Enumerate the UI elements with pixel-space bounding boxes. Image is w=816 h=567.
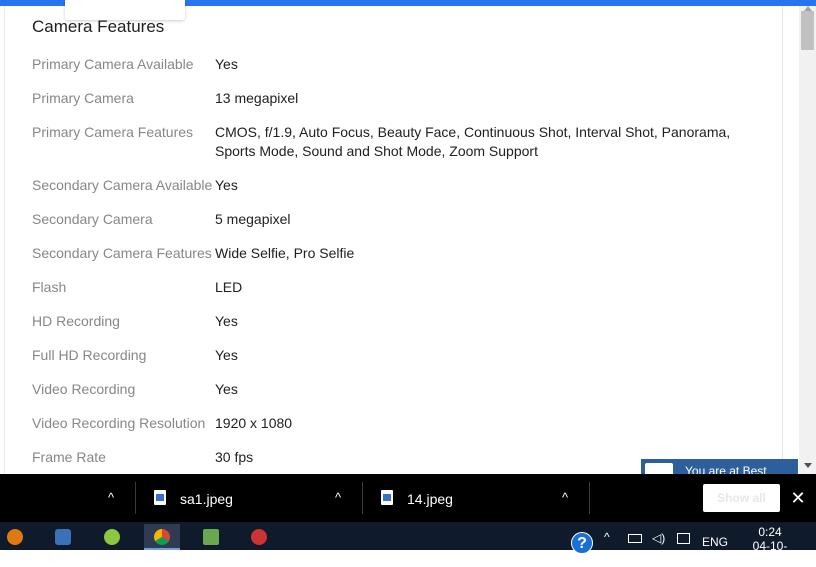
taskbar-app[interactable] bbox=[244, 524, 274, 550]
spec-row: Primary Camera Available Yes bbox=[32, 55, 762, 74]
battery-icon[interactable] bbox=[628, 534, 642, 543]
taskbar-app[interactable] bbox=[48, 524, 78, 550]
python-icon bbox=[55, 529, 71, 545]
divider bbox=[135, 482, 136, 514]
divider bbox=[589, 482, 590, 514]
app-icon bbox=[7, 529, 23, 545]
image-file-icon bbox=[381, 490, 393, 505]
spec-value: 1920 x 1080 bbox=[215, 415, 293, 431]
divider bbox=[362, 482, 363, 514]
spec-value: Yes bbox=[215, 56, 238, 72]
download-file-name: sa1.jpeg bbox=[180, 491, 233, 507]
chevron-up-icon[interactable]: ^ bbox=[558, 491, 572, 505]
spec-row: Secondary Camera 5 megapixel bbox=[32, 210, 762, 229]
spec-row: Full HD Recording Yes bbox=[32, 346, 762, 365]
speaker-icon[interactable]: ◁) bbox=[652, 531, 665, 545]
spec-value: Yes bbox=[215, 313, 238, 329]
spec-row: Secondary Camera Features Wide Selfie, Pr… bbox=[32, 244, 762, 263]
specifications-card: Camera Features Primary Camera Available… bbox=[4, 6, 783, 476]
editor-icon bbox=[203, 529, 219, 545]
windows-taskbar: ? ^ ◁) ENG 0:24 04-10-2016 bbox=[0, 522, 816, 567]
show-all-button[interactable]: Show all bbox=[703, 484, 780, 512]
download-file-name: 14.jpeg bbox=[407, 491, 453, 507]
clock-date: 04-10-2016 bbox=[752, 539, 788, 567]
spec-label: Primary Camera Features bbox=[32, 124, 194, 140]
spec-row: HD Recording Yes bbox=[32, 312, 762, 331]
taskbar-app-active[interactable] bbox=[144, 524, 180, 550]
spec-row: Video Recording Resolution 1920 x 1080 bbox=[32, 414, 762, 433]
spec-row: Video Recording Yes bbox=[32, 380, 762, 399]
spec-row: Secondary Camera Available Yes bbox=[32, 176, 762, 195]
spec-value: Yes bbox=[215, 177, 238, 193]
chrome-icon bbox=[154, 529, 170, 545]
spec-row: Primary Camera 13 megapixel bbox=[32, 89, 762, 108]
spec-value: Yes bbox=[215, 347, 238, 363]
spec-label: Secondary Camera Features bbox=[32, 245, 212, 261]
spec-label: Primary Camera bbox=[32, 90, 134, 106]
scroll-down-arrow-icon[interactable] bbox=[804, 463, 812, 468]
floating-tab[interactable] bbox=[65, 0, 185, 20]
scrollbar-thumb[interactable] bbox=[801, 11, 814, 50]
spec-value: Yes bbox=[215, 381, 238, 397]
spec-list: Primary Camera Available Yes Primary Came… bbox=[32, 55, 762, 482]
chevron-up-icon[interactable]: ^ bbox=[604, 530, 610, 544]
spec-label: Flash bbox=[32, 279, 67, 295]
taskbar-app[interactable] bbox=[196, 524, 226, 550]
chevron-up-icon[interactable]: ^ bbox=[104, 491, 118, 505]
download-item[interactable]: 14.jpeg bbox=[381, 474, 581, 522]
download-shelf: ^ sa1.jpeg ^ 14.jpeg ^ Show all ✕ bbox=[0, 474, 816, 522]
spec-value: 5 megapixel bbox=[215, 211, 291, 227]
spec-value: Wide Selfie, Pro Selfie bbox=[215, 245, 355, 261]
language-indicator[interactable]: ENG bbox=[702, 535, 728, 549]
spec-row: Flash LED bbox=[32, 278, 762, 297]
android-icon bbox=[104, 529, 120, 545]
spec-value: CMOS, f/1.9, Auto Focus, Beauty Face, Co… bbox=[215, 124, 731, 159]
spec-label: Video Recording Resolution bbox=[32, 415, 206, 431]
taskbar-app[interactable] bbox=[0, 524, 30, 550]
spec-label: Video Recording bbox=[32, 381, 136, 397]
notification-icon[interactable] bbox=[677, 533, 690, 544]
download-item[interactable]: sa1.jpeg bbox=[154, 474, 354, 522]
help-icon[interactable]: ? bbox=[571, 532, 593, 554]
spec-value: 13 megapixel bbox=[215, 90, 299, 106]
close-icon[interactable]: ✕ bbox=[790, 488, 806, 508]
snipping-tool-icon bbox=[251, 529, 267, 545]
taskbar-app[interactable] bbox=[97, 524, 127, 550]
system-clock[interactable]: 0:24 04-10-2016 bbox=[740, 525, 800, 567]
spec-label: Primary Camera Available bbox=[32, 56, 194, 72]
spec-label: Secondary Camera Available bbox=[32, 177, 213, 193]
spec-value: LED bbox=[215, 279, 243, 295]
page-scrollbar[interactable] bbox=[799, 6, 816, 474]
spec-label: Full HD Recording bbox=[32, 347, 147, 363]
spec-label: HD Recording bbox=[32, 313, 120, 329]
chevron-up-icon[interactable]: ^ bbox=[331, 491, 345, 505]
spec-label: Frame Rate bbox=[32, 449, 106, 465]
clock-time: 0:24 bbox=[758, 525, 782, 539]
spec-label: Secondary Camera bbox=[32, 211, 153, 227]
spec-row: Primary Camera Features CMOS, f/1.9, Auto… bbox=[32, 123, 762, 161]
image-file-icon bbox=[154, 490, 166, 505]
